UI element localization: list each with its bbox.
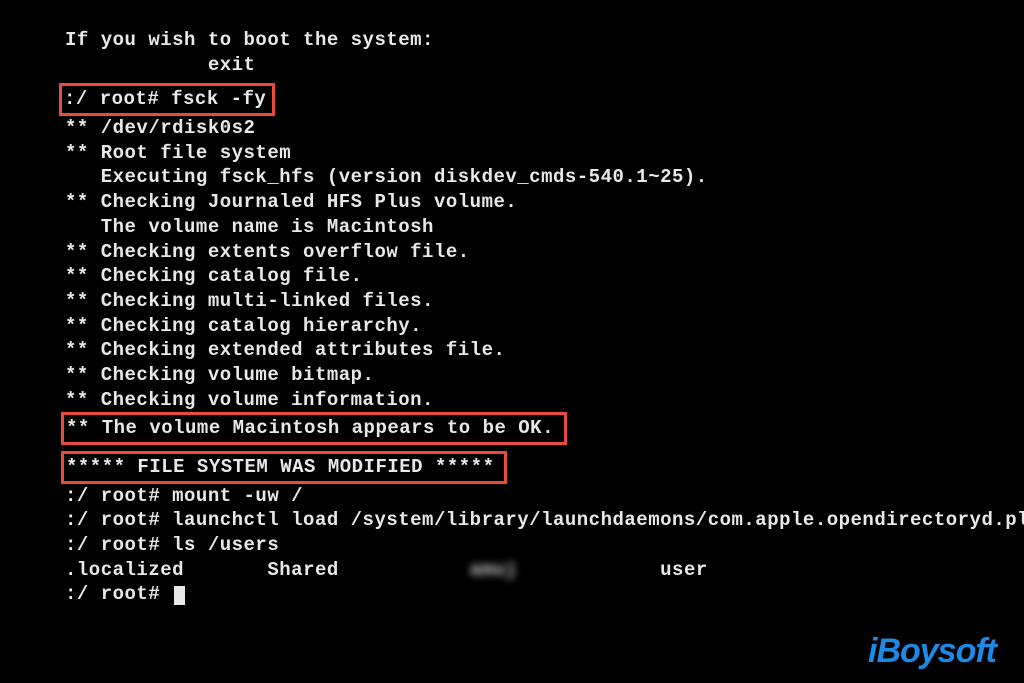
highlight-box: :/ root# fsck -fy — [59, 83, 275, 116]
terminal-line: ** Checking multi-linked files. — [65, 289, 1024, 314]
highlight-box: ***** FILE SYSTEM WAS MODIFIED ***** — [61, 451, 507, 484]
terminal-line: If you wish to boot the system: — [65, 28, 1024, 53]
highlight-fsck-command: :/ root# fsck -fy — [65, 83, 1024, 116]
terminal-line: ** Checking volume bitmap. — [65, 363, 1024, 388]
terminal-line: :/ root# launchctl load /system/library/… — [65, 508, 1024, 533]
highlight-volume-ok: ** The volume Macintosh appears to be OK… — [65, 412, 1024, 445]
terminal-line: :/ root# ls /users — [65, 533, 1024, 558]
terminal-line: The volume name is Macintosh — [65, 215, 1024, 240]
terminal-line: ** Checking Journaled HFS Plus volume. — [65, 190, 1024, 215]
terminal-line: ** Checking extended attributes file. — [65, 338, 1024, 363]
cursor-icon — [174, 586, 185, 605]
terminal-line: ** Checking volume information. — [65, 388, 1024, 413]
highlight-fs-modified: ***** FILE SYSTEM WAS MODIFIED ***** — [65, 451, 1024, 484]
terminal-line: ** Root file system — [65, 141, 1024, 166]
terminal-line: :/ root# mount -uw / — [65, 484, 1024, 509]
terminal-prompt-active[interactable]: :/ root# — [65, 582, 1024, 607]
watermark-logo: iBoysoft — [868, 632, 996, 671]
terminal-line: Executing fsck_hfs (version diskdev_cmds… — [65, 165, 1024, 190]
terminal-line: ** Checking catalog hierarchy. — [65, 314, 1024, 339]
terminal-line: exit — [65, 53, 1024, 78]
terminal-line: ** /dev/rdisk0s2 — [65, 116, 1024, 141]
terminal-line: ** Checking catalog file. — [65, 264, 1024, 289]
ls-output-line: .localized Shared amuj user — [65, 558, 1024, 583]
terminal-line: ** Checking extents overflow file. — [65, 240, 1024, 265]
blurred-username: amuj — [470, 559, 518, 581]
highlight-box: ** The volume Macintosh appears to be OK… — [61, 412, 567, 445]
